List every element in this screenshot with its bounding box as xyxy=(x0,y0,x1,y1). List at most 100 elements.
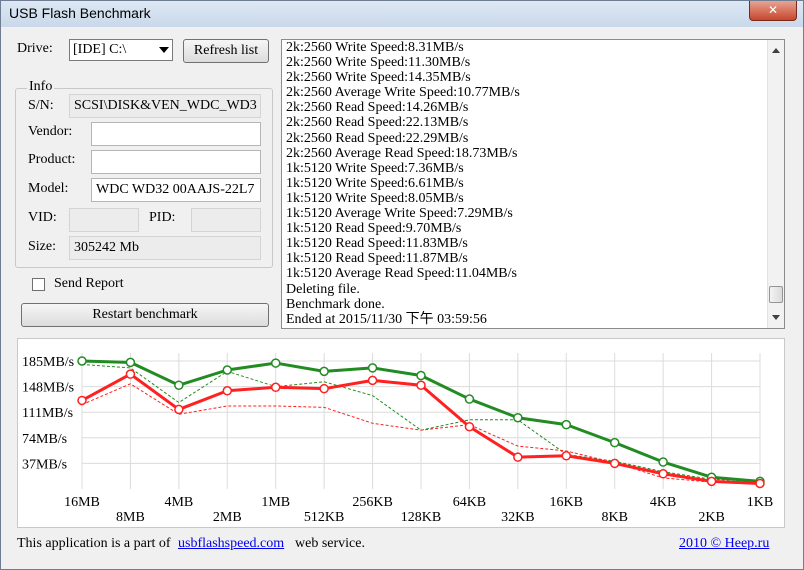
log-scrollbar[interactable] xyxy=(767,40,784,328)
vid-field xyxy=(69,208,139,232)
log-line: Benchmark done. xyxy=(286,296,385,312)
log-line: 1k:5120 Average Write Speed:7.29MB/s xyxy=(286,206,513,222)
log-line: 2k:2560 Average Read Speed:18.73MB/s xyxy=(286,145,518,161)
speed-chart-panel: 185MB/s 148MB/s 111MB/s 74MB/s 37MB/s 16MB 8MB… xyxy=(17,338,785,528)
drive-select-value: [IDE] C:\ xyxy=(73,42,127,57)
refresh-list-button[interactable]: Refresh list xyxy=(183,39,269,63)
x-tick-label: 16KB xyxy=(550,495,583,510)
vendor-label: Vendor: xyxy=(28,124,73,139)
data-point xyxy=(222,386,233,396)
data-point xyxy=(658,469,668,479)
scroll-up-icon[interactable] xyxy=(772,48,780,53)
log-line: 2k:2560 Average Write Speed:10.77MB/s xyxy=(286,85,520,101)
log-line: 1k:5120 Read Speed:11.83MB/s xyxy=(286,236,468,252)
data-point xyxy=(367,375,378,386)
footer-suffix: web service. xyxy=(295,536,365,551)
data-point xyxy=(319,383,329,394)
title-bar[interactable]: USB Flash Benchmark ✕ xyxy=(1,1,803,27)
y-tick-label: 74MB/s xyxy=(22,432,67,447)
log-line: Ended at 2015/11/30 下午 03:59:56 xyxy=(286,311,487,327)
data-point xyxy=(561,451,572,461)
data-point xyxy=(416,370,426,381)
model-label: Model: xyxy=(28,181,69,196)
size-field: 305242 Mb xyxy=(69,236,261,260)
log-lines: 2k:2560 Write Speed:8.31MB/s 2k:2560 Writ… xyxy=(286,40,760,327)
data-point xyxy=(319,366,329,377)
heep-credit-link[interactable]: 2010 © Heep.ru xyxy=(679,536,769,552)
product-field[interactable] xyxy=(91,150,261,174)
data-point xyxy=(513,412,523,423)
data-point xyxy=(77,395,87,406)
app-window: USB Flash Benchmark ✕ Drive: [IDE] C:\ R… xyxy=(0,0,804,570)
x-tick-label: 64KB xyxy=(453,495,486,510)
log-textbox[interactable]: 2k:2560 Write Speed:8.31MB/s 2k:2560 Writ… xyxy=(281,39,785,329)
model-field[interactable]: WDC WD32 00AAJS-22L7 xyxy=(91,178,261,202)
send-report-checkbox[interactable] xyxy=(32,278,45,291)
sn-field: SCSI\DISK&VEN_WDC_WD3 xyxy=(69,94,261,118)
vid-label: VID: xyxy=(28,210,57,225)
footer-prefix: This application is a part of xyxy=(17,536,171,551)
data-point xyxy=(755,478,765,489)
x-tick-label: 512KB xyxy=(304,510,344,525)
sn-label: S/N: xyxy=(28,98,54,113)
y-tick-label: 37MB/s xyxy=(22,457,67,472)
log-line: 2k:2560 Write Speed:11.30MB/s xyxy=(286,55,471,71)
close-button[interactable]: ✕ xyxy=(749,1,797,21)
data-point xyxy=(174,404,184,415)
product-label: Product: xyxy=(28,152,76,167)
drive-select[interactable]: [IDE] C:\ xyxy=(69,39,173,61)
data-point xyxy=(270,382,281,393)
log-line: 2k:2560 Write Speed:14.35MB/s xyxy=(286,70,471,86)
log-line: 2k:2560 Read Speed:22.13MB/s xyxy=(286,115,469,131)
data-point xyxy=(125,357,136,368)
log-line: 2k:2560 Read Speed:22.29MB/s xyxy=(286,130,469,146)
pid-label: PID: xyxy=(149,210,176,225)
log-line: 2k:2560 Read Speed:14.26MB/s xyxy=(286,100,469,116)
scroll-down-icon[interactable] xyxy=(772,315,780,320)
info-group-label: Info xyxy=(27,79,55,95)
x-tick-label: 32KB xyxy=(501,510,534,525)
window-title: USB Flash Benchmark xyxy=(9,5,151,21)
send-report-label: Send Report xyxy=(54,276,124,291)
chevron-down-icon xyxy=(159,47,169,53)
log-line: Deleting file. xyxy=(286,281,360,297)
y-tick-label: 148MB/s xyxy=(22,381,74,396)
data-point xyxy=(609,458,620,469)
log-line: 1k:5120 Average Read Speed:11.04MB/s xyxy=(286,266,517,282)
log-line: 1k:5120 Read Speed:11.87MB/s xyxy=(286,251,468,267)
x-tick-label: 16MB xyxy=(64,495,100,510)
data-point xyxy=(464,421,475,432)
x-tick-label: 1MB xyxy=(261,495,290,510)
client-area: Drive: [IDE] C:\ Refresh list Info S/N: … xyxy=(7,27,797,563)
y-tick-label: 185MB/s xyxy=(22,355,74,370)
x-tick-label: 8MB xyxy=(116,510,145,525)
usbflashspeed-link[interactable]: usbflashspeed.com xyxy=(178,536,284,552)
data-point xyxy=(464,394,475,404)
drive-label: Drive: xyxy=(17,41,53,56)
data-point xyxy=(658,457,668,467)
x-tick-label: 1KB xyxy=(747,495,773,510)
x-tick-label: 128KB xyxy=(401,510,441,525)
data-point xyxy=(561,419,572,430)
data-point xyxy=(367,363,378,373)
speed-chart: 185MB/s 148MB/s 111MB/s 74MB/s 37MB/s 16MB 8MB… xyxy=(22,353,773,525)
vendor-field[interactable] xyxy=(91,122,261,146)
size-label: Size: xyxy=(28,239,56,254)
restart-benchmark-button[interactable]: Restart benchmark xyxy=(21,303,269,327)
data-point xyxy=(77,356,87,366)
data-point xyxy=(174,380,184,390)
log-line: 1k:5120 Write Speed:6.61MB/s xyxy=(286,175,464,191)
x-tick-label: 8KB xyxy=(601,510,627,525)
data-point xyxy=(270,358,281,368)
pid-field xyxy=(191,208,261,232)
x-tick-label: 4KB xyxy=(650,495,676,510)
data-point xyxy=(222,365,233,375)
x-tick-label: 256KB xyxy=(352,495,392,510)
data-point xyxy=(609,437,620,448)
scroll-thumb[interactable] xyxy=(769,286,783,303)
x-tick-label: 2MB xyxy=(213,510,242,525)
data-point xyxy=(706,476,717,487)
data-point xyxy=(416,380,426,390)
data-point xyxy=(513,452,523,462)
log-line: 2k:2560 Write Speed:8.31MB/s xyxy=(286,40,464,55)
